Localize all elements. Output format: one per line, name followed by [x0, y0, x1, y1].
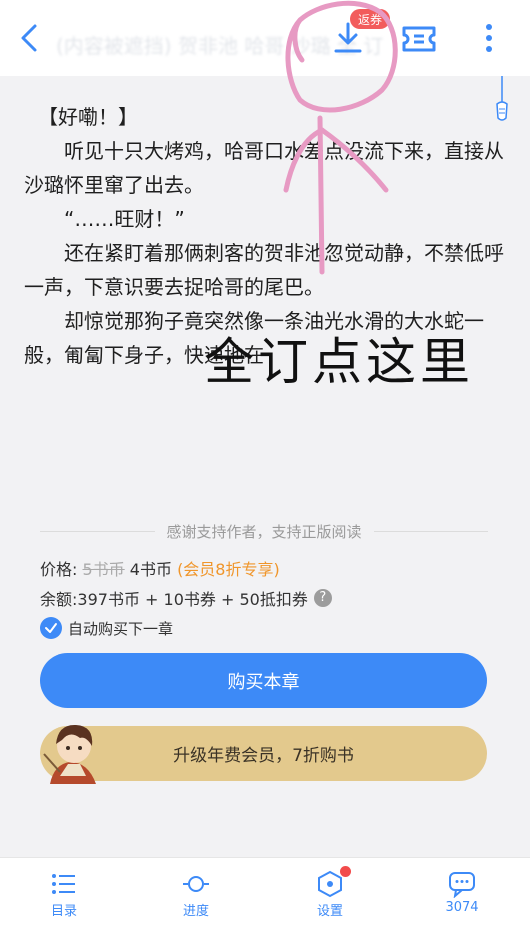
more-button[interactable] [478, 20, 500, 56]
chapter-title: (内容被遮挡) 贺非池 哈哥 沙璐 全 订 [56, 34, 384, 56]
price-now: 4书币 [129, 560, 172, 579]
buy-chapter-button[interactable]: 购买本章 [40, 653, 487, 708]
help-icon[interactable]: ? [313, 589, 332, 607]
mascot-avatar [40, 716, 110, 784]
nav-item-catalog[interactable]: 目录 [14, 858, 114, 926]
nav-label: 进度 [182, 904, 209, 919]
paragraph: 听见十只大烤鸡，哈哥口水差点没流下来，直接从沙璐怀里窜了出去。 [24, 139, 504, 197]
price-row: 价格: 5书币 4书币 (会员8折专享) [40, 556, 280, 580]
nav-label: 设置 [316, 904, 343, 919]
nav-item-progress[interactable]: 进度 [146, 858, 246, 926]
price-label: 价格: [40, 560, 78, 579]
price-original: 5书币 [82, 560, 125, 579]
nav-item-settings[interactable]: 设置 [280, 858, 380, 926]
ticket-icon [402, 26, 436, 52]
balance-value: 397书币 + 10书券 + 50抵扣券 [77, 590, 308, 609]
comments-icon [449, 872, 475, 898]
paragraph: “……旺财！” [64, 207, 185, 231]
auto-buy-label: 自动购买下一章 [68, 619, 174, 638]
nav-label: 3074 [445, 900, 479, 915]
bottom-nav: 目录 进度 设置 3074 [0, 857, 530, 926]
auto-buy-toggle[interactable]: 自动购买下一章 [40, 617, 173, 639]
back-icon [21, 24, 37, 52]
support-text: 感谢支持作者，支持正版阅读 [166, 522, 362, 541]
catalog-icon [52, 874, 75, 894]
more-icon [486, 24, 492, 52]
nav-label: 目录 [50, 904, 77, 919]
paragraph: 【好嘞！】 [38, 105, 138, 129]
coupon-return-badge: 返券 [350, 9, 390, 29]
divider-line [40, 530, 155, 532]
checkbox-checked-icon[interactable] [40, 617, 62, 639]
balance-row: 余额: 397书币 + 10书券 + 50抵扣券 ? [40, 586, 332, 610]
balance-label: 余额: [40, 590, 78, 609]
ticket-button[interactable] [400, 24, 438, 54]
back-button[interactable] [14, 20, 44, 56]
divider-line [373, 530, 489, 532]
handwritten-overlay-text: 全订点这里 [204, 333, 474, 391]
support-divider: 感谢支持作者，支持正版阅读 [40, 518, 489, 544]
progress-icon [183, 876, 209, 892]
top-bar: (内容被遮挡) 贺非池 哈哥 沙璐 全 订 返券 [0, 0, 530, 76]
nav-item-comments[interactable]: 3074 [412, 858, 512, 926]
member-discount-note: (会员8折专享) [177, 560, 280, 579]
paragraph: 还在紧盯着那俩刺客的贺非池忽觉动静，不禁低呼一声，下意识要去捉哈哥的尾巴。 [24, 241, 504, 299]
notification-dot [340, 866, 351, 877]
